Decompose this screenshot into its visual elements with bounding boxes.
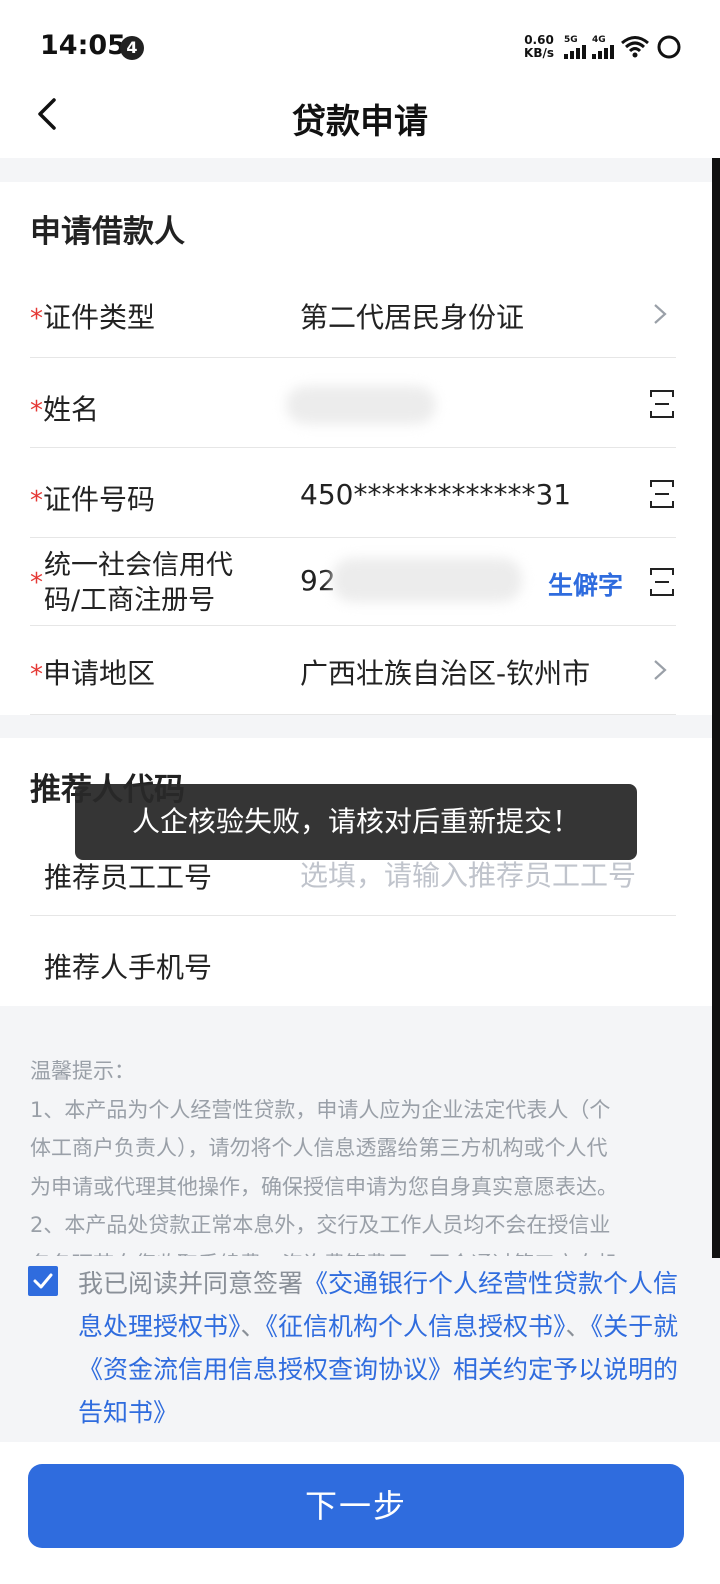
scrollbar[interactable] <box>712 158 720 1258</box>
referrer-card: 推荐人代码 推荐员工工号 选填，请输入推荐员工工号 推荐人手机号 <box>0 738 712 1006</box>
redacted-name <box>286 386 436 424</box>
input-referrer-employee[interactable]: 选填，请输入推荐员工工号 <box>300 854 636 894</box>
row-region[interactable]: *申请地区 广西壮族自治区-钦州市 <box>30 626 676 715</box>
label-id-type: 证件类型 <box>43 301 156 334</box>
value-id-number: 450*************31 <box>300 478 572 511</box>
label-credit-code-2: 码/工商注册号 <box>44 585 216 616</box>
page-title: 贷款申请 <box>292 102 428 142</box>
signal-4g-icon: 4G <box>592 35 614 59</box>
label-name: 姓名 <box>43 393 100 426</box>
notification-badge: 4 <box>120 36 144 60</box>
row-referrer-phone[interactable]: 推荐人手机号 <box>30 916 676 1006</box>
scan-icon[interactable] <box>650 480 674 508</box>
chevron-right-icon <box>654 304 667 324</box>
doc-link-credit-bureau[interactable]: 《征信机构个人信息授权书》 <box>266 1312 566 1341</box>
label-credit-code-1: 统一社会信用代 <box>44 550 233 581</box>
net-speed: 0.60 KB/s <box>524 33 554 60</box>
ring-icon <box>657 35 681 59</box>
wifi-icon <box>621 36 649 58</box>
label-referrer-phone: 推荐人手机号 <box>44 951 213 984</box>
redacted-credit-code <box>332 558 522 602</box>
agreement-text: 我已阅读并同意签署《交通银行个人经营性贷款个人信息处理授权书》、《征信机构个人信… <box>78 1269 679 1427</box>
row-id-number[interactable]: *证件号码 450*************31 <box>30 448 676 538</box>
rare-char-link[interactable]: 生僻字 <box>548 566 623 602</box>
chevron-right-icon <box>654 660 667 680</box>
signal-5g-icon: 5G <box>564 35 586 59</box>
section-title-borrower: 申请借款人 <box>30 214 185 250</box>
app-header: 贷款申请 <box>0 90 720 158</box>
value-id-type: 第二代居民身份证 <box>300 301 525 334</box>
status-bar: 14:05 4 0.60 KB/s 5G 4G <box>0 0 720 90</box>
checkbox-checked-icon[interactable] <box>28 1266 58 1296</box>
row-credit-code[interactable]: * 统一社会信用代 码/工商注册号 92 生僻字 <box>30 538 676 626</box>
scan-icon[interactable] <box>650 390 674 418</box>
footer-bar: 下一步 <box>0 1442 720 1584</box>
value-region: 广西壮族自治区-钦州市 <box>300 657 591 690</box>
label-referrer-employee: 推荐员工工号 <box>44 861 213 894</box>
label-region: 申请地区 <box>43 657 156 690</box>
borrower-card: 申请借款人 *证件类型 第二代居民身份证 证件类型*姓名 *证件号码 450**… <box>0 182 712 715</box>
next-step-button[interactable]: 下一步 <box>28 1464 684 1548</box>
error-toast: 人企核验失败，请核对后重新提交！ <box>75 784 637 860</box>
scan-icon[interactable] <box>650 568 674 596</box>
status-time: 14:05 <box>40 30 126 61</box>
label-id-number: 证件号码 <box>43 483 156 516</box>
row-id-type[interactable]: *证件类型 第二代居民身份证 <box>30 270 676 358</box>
row-name[interactable]: 证件类型*姓名 <box>30 358 676 448</box>
tips-text: 温馨提示： 1、本产品为个人经营性贷款，申请人应为企业法定代表人（个 体工商户负… <box>30 1052 680 1256</box>
tips-heading: 温馨提示： <box>30 1059 135 1083</box>
status-icons: 0.60 KB/s 5G 4G <box>524 30 682 64</box>
value-credit-code: 92 <box>300 564 336 597</box>
